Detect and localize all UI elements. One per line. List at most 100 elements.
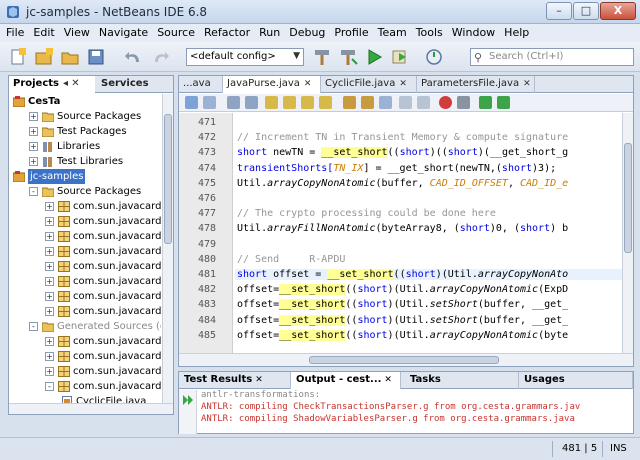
tab-tasks[interactable]: Tasks [405, 372, 519, 389]
scroll-thumb[interactable] [309, 356, 499, 364]
tree-node[interactable]: - Generated Sources (cesta) [9, 319, 161, 334]
toggle-bookmark-icon[interactable] [379, 96, 392, 109]
menu-tools[interactable]: Tools [410, 24, 446, 39]
find-prev-icon[interactable] [283, 96, 296, 109]
close-icon[interactable]: ✕ [523, 79, 531, 89]
expand-icon[interactable]: + [45, 277, 54, 286]
tree-node[interactable]: + Libraries [9, 139, 161, 154]
expand-icon[interactable]: + [29, 112, 38, 121]
back-icon[interactable] [227, 96, 240, 109]
tree-node[interactable]: + Test Libraries [9, 154, 161, 169]
tree-node[interactable]: + com.sun.javacard.samp [9, 334, 161, 349]
tab-editor-prev[interactable]: ...ava [179, 76, 223, 93]
tree-node[interactable]: CesTa [9, 94, 161, 109]
menu-debug[interactable]: Debug [283, 24, 328, 39]
menu-file[interactable]: File [0, 24, 27, 39]
expand-icon[interactable]: + [45, 292, 54, 301]
expand-icon[interactable]: + [29, 127, 38, 136]
profile-icon[interactable] [424, 47, 444, 67]
collapse-icon[interactable]: - [29, 322, 38, 331]
expand-icon[interactable]: + [45, 232, 54, 241]
start-macro-icon[interactable] [439, 96, 452, 109]
tree-node[interactable]: + com.sun.javacard.samp [9, 304, 161, 319]
menu-help[interactable]: Help [498, 24, 532, 39]
tab-cyclicfile[interactable]: CyclicFile.java ✕ [321, 76, 417, 93]
tab-parametersfile[interactable]: ParametersFile.java ✕ [417, 76, 535, 93]
expand-icon[interactable]: + [45, 202, 54, 211]
tree-node[interactable]: + Source Packages [9, 109, 161, 124]
history-view-icon[interactable] [203, 96, 216, 109]
tree-node[interactable]: + com.sun.javacard.samp [9, 199, 161, 214]
expand-icon[interactable]: + [29, 142, 38, 151]
menu-view[interactable]: View [58, 24, 93, 39]
tab-test-results[interactable]: Test Results ✕ [179, 372, 291, 389]
tree-node[interactable]: - Source Packages [9, 184, 161, 199]
new-file-icon[interactable] [8, 47, 28, 67]
expand-icon[interactable]: + [45, 352, 54, 361]
comment-icon[interactable] [479, 96, 492, 109]
config-select[interactable]: <default config> ▼ [186, 48, 304, 66]
close-button[interactable]: X [600, 2, 636, 20]
tree-node[interactable]: + com.sun.javacard.samp [9, 289, 161, 304]
tree-node[interactable]: + com.sun.javacard.samp [9, 349, 161, 364]
menu-source[interactable]: Source [151, 24, 198, 39]
find-next-icon[interactable] [301, 96, 314, 109]
redo-icon[interactable] [150, 47, 170, 67]
tree-node[interactable]: jc-samples [9, 169, 161, 184]
menu-navigate[interactable]: Navigate [93, 24, 151, 39]
menu-profile[interactable]: Profile [328, 24, 371, 39]
menu-team[interactable]: Team [372, 24, 410, 39]
minimize-button[interactable]: – [546, 2, 572, 20]
tab-output[interactable]: Output - cest... ✕ [291, 372, 401, 389]
tree-node[interactable]: + com.sun.javacard.samp [9, 229, 161, 244]
uncomment-icon[interactable] [497, 96, 510, 109]
close-icon[interactable]: ✕ [384, 375, 392, 385]
search-input[interactable]: ⚲ Search (Ctrl+I) [470, 48, 634, 66]
maximize-button[interactable]: □ [573, 2, 599, 20]
tab-usages[interactable]: Usages [519, 372, 633, 389]
open-project-icon[interactable] [60, 47, 80, 67]
save-all-icon[interactable] [86, 47, 106, 67]
tab-close-icon[interactable]: ◂ ✕ [63, 78, 80, 89]
source-view-icon[interactable] [185, 96, 198, 109]
stop-macro-icon[interactable] [457, 96, 470, 109]
tab-services[interactable]: Services [97, 76, 173, 93]
expand-icon[interactable]: + [45, 217, 54, 226]
menu-edit[interactable]: Edit [27, 24, 57, 39]
tree-node[interactable]: + com.sun.javacard.samp [9, 259, 161, 274]
run-icon[interactable] [364, 47, 384, 67]
menu-window[interactable]: Window [446, 24, 498, 39]
shift-left-icon[interactable] [399, 96, 412, 109]
tree-vertical-scrollbar[interactable] [162, 94, 173, 404]
build-hammer-icon[interactable] [312, 47, 332, 67]
collapse-icon[interactable]: - [29, 187, 38, 196]
collapse-icon[interactable]: - [45, 382, 54, 391]
debug-icon[interactable] [390, 47, 410, 67]
tree-node[interactable]: - com.sun.javacard.samp [9, 379, 161, 394]
scroll-thumb[interactable] [624, 143, 632, 253]
menu-refactor[interactable]: Refactor [198, 24, 253, 39]
code-area[interactable]: short balance = __get_short((short)(shor… [235, 113, 623, 354]
shift-right-icon[interactable] [417, 96, 430, 109]
new-project-icon[interactable] [34, 47, 54, 67]
forward-icon[interactable] [245, 96, 258, 109]
scroll-thumb[interactable] [164, 114, 172, 244]
tree-node[interactable]: + com.sun.javacard.samp [9, 364, 161, 379]
expand-icon[interactable]: + [45, 367, 54, 376]
expand-icon[interactable]: + [45, 307, 54, 316]
editor-vertical-scrollbar[interactable] [622, 113, 633, 354]
find-icon[interactable] [265, 96, 278, 109]
rerun-icon[interactable] [182, 394, 194, 406]
close-icon[interactable]: ✕ [304, 79, 312, 89]
undo-icon[interactable] [124, 47, 144, 67]
editor-horizontal-scrollbar[interactable] [179, 353, 633, 366]
close-icon[interactable]: ✕ [255, 375, 263, 385]
tab-projects[interactable]: Projects ◂ ✕ [9, 76, 95, 93]
toggle-highlight-icon[interactable] [319, 96, 332, 109]
menu-run[interactable]: Run [253, 24, 283, 39]
expand-icon[interactable]: + [45, 337, 54, 346]
expand-icon[interactable]: + [45, 262, 54, 271]
tree-node[interactable]: + Test Packages [9, 124, 161, 139]
tree-node[interactable]: + com.sun.javacard.samp [9, 274, 161, 289]
expand-icon[interactable]: + [45, 247, 54, 256]
